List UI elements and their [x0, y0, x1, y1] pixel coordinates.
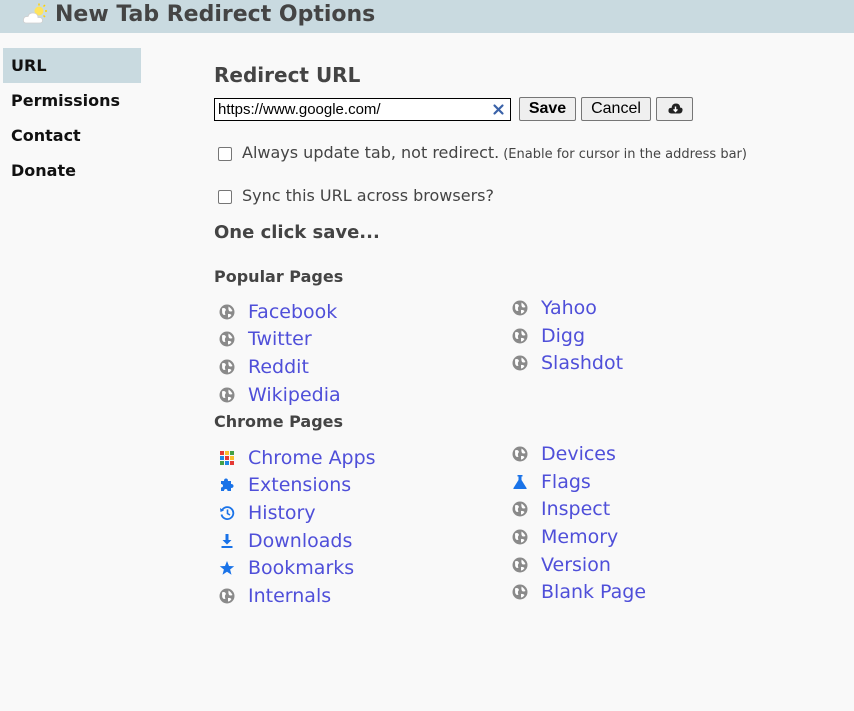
link-label: Slashdot	[541, 352, 624, 374]
globe-icon	[219, 588, 235, 604]
always-update-checkbox[interactable]	[218, 147, 232, 161]
sidebar-item-permissions[interactable]: Permissions	[3, 83, 141, 118]
globe-icon	[219, 387, 235, 403]
sidebar-nav: URL Permissions Contact Donate	[3, 48, 141, 188]
globe-icon	[512, 300, 528, 316]
sidebar-item-donate[interactable]: Donate	[3, 153, 141, 188]
globe-icon	[219, 304, 235, 320]
one-click-save-heading: One click save...	[214, 222, 380, 243]
link-label: Flags	[541, 471, 591, 493]
cloud-sync-button[interactable]	[656, 97, 693, 121]
chrome-pages-heading: Chrome Pages	[214, 412, 344, 431]
cloud-download-icon	[668, 103, 683, 114]
globe-icon	[512, 584, 528, 600]
sync-checkbox[interactable]	[218, 190, 232, 204]
globe-icon	[512, 501, 528, 517]
link-label: Digg	[541, 325, 586, 347]
globe-icon	[512, 529, 528, 545]
url-field-wrapper	[214, 98, 511, 121]
url-input[interactable]	[218, 100, 488, 119]
sync-label: Sync this URL across browsers?	[242, 186, 494, 205]
redirect-url-heading: Redirect URL	[214, 63, 361, 87]
link-label: Inspect	[541, 498, 611, 520]
star-icon	[219, 561, 235, 575]
link-label: Yahoo	[541, 297, 597, 319]
flask-icon	[513, 475, 527, 489]
close-icon[interactable]	[492, 103, 505, 116]
sun-cloud-logo-icon	[23, 3, 47, 24]
main-content: Redirect URL Save Cancel Always update t…	[214, 0, 834, 711]
link-label: Bookmarks	[248, 557, 355, 579]
link-label: Memory	[541, 526, 619, 548]
history-icon	[220, 506, 235, 520]
always-update-label: Always update tab, not redirect.	[242, 143, 500, 162]
link-label: History	[248, 502, 316, 524]
link-label: Wikipedia	[248, 384, 341, 406]
sidebar-item-url[interactable]: URL	[3, 48, 141, 83]
link-label: Chrome Apps	[248, 447, 376, 469]
apps-grid-icon	[220, 451, 234, 465]
link-label: Downloads	[248, 530, 353, 552]
globe-icon	[219, 331, 235, 347]
globe-icon	[512, 446, 528, 462]
link-label: Devices	[541, 443, 616, 465]
cancel-button[interactable]: Cancel	[581, 97, 651, 121]
link-label: Blank Page	[541, 581, 647, 603]
link-label: Extensions	[248, 474, 352, 496]
download-icon	[221, 534, 233, 548]
globe-icon	[512, 557, 528, 573]
globe-icon	[219, 359, 235, 375]
popular-pages-heading: Popular Pages	[214, 267, 344, 286]
globe-icon	[512, 355, 528, 371]
link-label: Version	[541, 554, 611, 576]
always-update-hint: (Enable for cursor in the address bar)	[503, 147, 747, 162]
link-label: Reddit	[248, 356, 309, 378]
sidebar-item-contact[interactable]: Contact	[3, 118, 141, 153]
link-label: Twitter	[248, 328, 312, 350]
link-label: Internals	[248, 585, 332, 607]
link-label: Facebook	[248, 301, 338, 323]
globe-icon	[512, 328, 528, 344]
puzzle-icon	[221, 478, 234, 491]
save-button[interactable]: Save	[519, 97, 576, 121]
